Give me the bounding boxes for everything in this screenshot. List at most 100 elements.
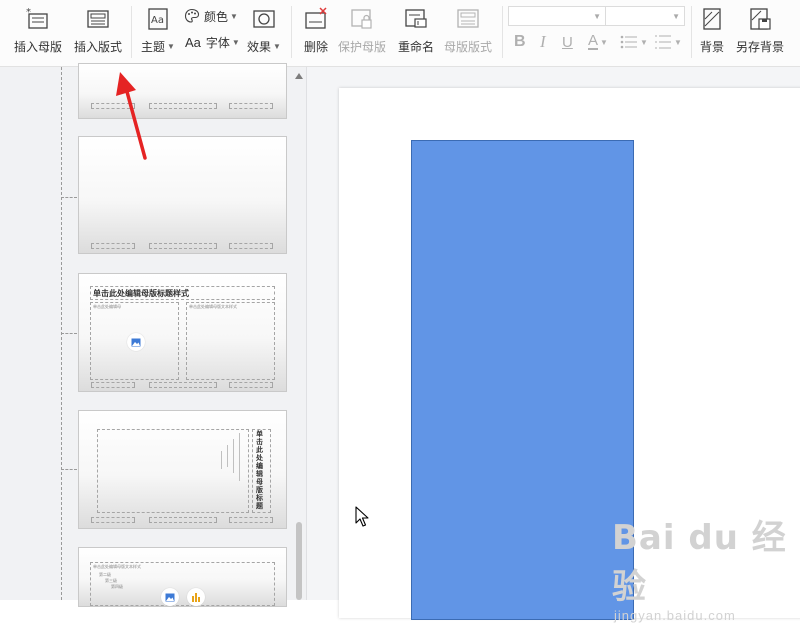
italic-button[interactable]: I <box>540 32 546 52</box>
chevron-down-icon: ▼ <box>167 42 175 51</box>
tree-connector <box>61 197 77 198</box>
font-color-label: A <box>588 32 599 50</box>
colors-button[interactable]: 颜色 ▼ <box>184 6 238 26</box>
thumbnail-scrollbar[interactable] <box>293 67 305 600</box>
footer-placeholder <box>149 382 217 388</box>
scrollbar-thumb[interactable] <box>296 522 302 600</box>
save-background-label: 另存背景 <box>735 40 784 54</box>
watermark-url: jingyan.baidu.com <box>614 608 736 623</box>
layout-thumbnail[interactable]: 单击此处编辑母版标题样式 单击此处编辑母 单击此处编辑母版文本样式 <box>78 273 287 392</box>
save-background-icon <box>747 6 773 32</box>
annotation-arrow-icon <box>112 70 152 167</box>
content-placeholder <box>186 302 275 380</box>
bold-button[interactable]: B <box>514 32 526 52</box>
vertical-title: 单击此处编辑母版标题 <box>256 431 263 510</box>
footer-placeholder <box>91 243 135 249</box>
layout-thumbnail[interactable] <box>78 136 287 254</box>
footer-placeholder <box>149 103 217 109</box>
footer-placeholder <box>91 517 135 523</box>
footer-placeholder <box>149 517 217 523</box>
chevron-down-icon: ▼ <box>231 37 240 47</box>
text-line <box>239 433 240 481</box>
slide-thumbnail-panel: 单击此处编辑母版标题样式 单击此处编辑母 单击此处编辑母版文本样式 单击此处编辑… <box>0 63 307 607</box>
fonts-prefix: Aa <box>185 34 201 50</box>
delete-slide-icon <box>303 6 329 32</box>
text-line <box>227 445 228 467</box>
footer-placeholder <box>229 517 273 523</box>
background-icon <box>699 6 725 32</box>
fonts-label: 字体 <box>205 35 230 50</box>
chevron-down-icon: ▼ <box>672 12 680 21</box>
numbered-list-button[interactable]: ▼ <box>654 32 682 52</box>
delete-button[interactable]: 删除 <box>299 4 333 60</box>
footer-placeholder <box>229 103 273 109</box>
watermark-logo: Bai du 经验 <box>612 518 787 607</box>
chevron-down-icon: ▼ <box>640 37 648 47</box>
chevron-down-icon: ▼ <box>600 37 608 47</box>
rename-label: 重命名 <box>397 40 434 54</box>
text-line <box>221 451 222 469</box>
footer-placeholder <box>91 382 135 388</box>
font-name-combo[interactable]: ▼ <box>508 6 606 26</box>
ribbon-toolbar: * 插入母版 插入版式 Aa 主题 ▼ 颜色 ▼ Aa 字体 ▼ 效果 ▼ 删除… <box>0 0 800 67</box>
theme-button[interactable]: Aa 主题 ▼ <box>140 4 176 60</box>
colors-label: 颜色 <box>204 9 229 24</box>
underline-button[interactable]: U <box>562 32 573 52</box>
layout-thumbnail[interactable]: 单击此处编辑母版标题 <box>78 410 287 529</box>
save-background-button[interactable]: 另存背景 <box>733 4 787 60</box>
effects-button[interactable]: 效果 ▼ <box>246 4 282 60</box>
thumbnail-text: 单击此处编辑母版文本样式 <box>93 564 141 569</box>
tree-connector <box>61 469 77 470</box>
ribbon-separator <box>691 6 692 58</box>
chevron-down-icon: ▼ <box>593 12 601 21</box>
insert-layout-label: 插入版式 <box>73 40 122 54</box>
thumbnail-title: 单击此处编辑母版标题样式 <box>93 289 189 298</box>
effects-label: 效果 <box>247 40 272 54</box>
insert-layout-icon <box>85 6 111 32</box>
background-button[interactable]: 背景 <box>697 4 727 60</box>
thumbnail-text: 单击此处编辑母 <box>93 304 121 309</box>
blue-rectangle-shape[interactable] <box>411 140 634 620</box>
bullet-list-icon <box>620 34 638 50</box>
master-layout-button[interactable]: 母版版式 <box>442 4 494 60</box>
font-size-combo[interactable]: ▼ <box>605 6 685 26</box>
master-layout-icon <box>455 6 481 32</box>
ribbon-separator <box>502 6 503 58</box>
insert-master-icon: * <box>25 6 51 32</box>
numbered-list-icon <box>654 34 672 50</box>
palette-icon <box>184 8 200 24</box>
footer-placeholder <box>229 243 273 249</box>
theme-label: 主题 <box>141 40 166 54</box>
fonts-button[interactable]: Aa 字体 ▼ <box>185 32 240 52</box>
layout-thumbnail[interactable]: 单击此处编辑母版文本样式 第二级 第三级 第四级 <box>78 547 287 607</box>
rename-icon <box>403 6 429 32</box>
insert-layout-button[interactable]: 插入版式 <box>70 4 126 60</box>
master-layout-label: 母版版式 <box>443 40 492 54</box>
protect-master-button[interactable]: 保护母版 <box>336 4 388 60</box>
bullet-list-button[interactable]: ▼ <box>620 32 648 52</box>
chevron-down-icon: ▼ <box>674 37 682 47</box>
footer-placeholder <box>229 382 273 388</box>
svg-text:Aa: Aa <box>151 15 164 26</box>
rename-button[interactable]: 重命名 <box>396 4 436 60</box>
content-placeholder <box>97 429 249 513</box>
font-color-button[interactable]: A ▼ <box>588 32 608 52</box>
picture-icon <box>127 333 145 351</box>
lock-icon <box>349 6 375 32</box>
picture-icon <box>161 588 179 606</box>
insert-master-button[interactable]: * 插入母版 <box>10 4 66 60</box>
svg-text:*: * <box>26 7 31 18</box>
delete-label: 删除 <box>303 40 328 54</box>
footer-placeholder <box>149 243 217 249</box>
chevron-down-icon: ▼ <box>230 11 238 21</box>
layout-thumbnail[interactable] <box>78 63 287 119</box>
baidu-jingyan-watermark: Bai du 经验 jingyan.baidu.com <box>612 510 800 623</box>
ribbon-separator <box>131 6 132 58</box>
thumbnail-text: 第四级 <box>111 584 123 589</box>
background-label: 背景 <box>699 40 724 54</box>
chevron-down-icon: ▼ <box>273 42 281 51</box>
mouse-cursor-icon <box>355 506 369 533</box>
scroll-up-arrow-icon[interactable] <box>295 73 303 79</box>
theme-icon: Aa <box>145 6 171 32</box>
tree-connector <box>61 333 77 334</box>
